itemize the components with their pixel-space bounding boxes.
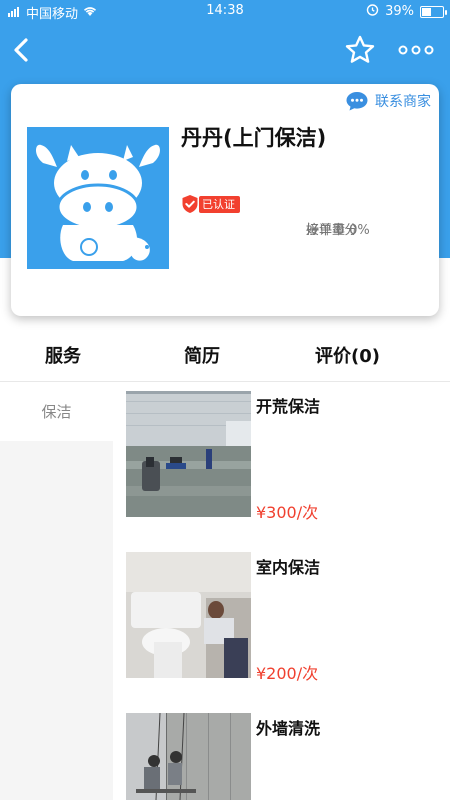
service-price: ¥300/次	[256, 503, 319, 522]
service-title: 开荒保洁	[256, 397, 321, 416]
contact-merchant-label: 联系商家	[375, 94, 431, 110]
service-title: 外墙清洗	[256, 719, 321, 738]
category-sidebar: 保洁	[0, 384, 113, 800]
more-dots-icon	[398, 45, 434, 55]
status-bar: 中国移动 14:38 39%	[0, 0, 450, 24]
service-item[interactable]: 外墙清洗	[126, 713, 446, 800]
tab-services[interactable]: 服务	[45, 342, 81, 368]
tab-bar: 服务 简历 评价(0)	[0, 336, 450, 388]
service-thumbnail	[126, 713, 251, 800]
order-count-stat: 接单量 0	[306, 223, 358, 238]
battery-percent: 39%	[385, 4, 414, 19]
more-button[interactable]	[396, 34, 436, 66]
service-price: ¥200/次	[256, 664, 319, 683]
shop-name: 丹丹(上门保洁)	[181, 126, 327, 150]
sidebar-item-cleaning[interactable]: 保洁	[0, 384, 113, 441]
service-thumbnail	[126, 391, 251, 517]
battery-icon	[420, 5, 447, 18]
verified-badge: 已认证	[181, 194, 240, 214]
back-button[interactable]	[8, 34, 38, 66]
alarm-icon	[366, 3, 379, 20]
service-item[interactable]: 室内保洁 ¥200/次	[126, 552, 446, 683]
service-item[interactable]: 开荒保洁 ¥300/次	[126, 391, 446, 522]
service-title: 室内保洁	[256, 558, 321, 577]
shop-avatar	[27, 127, 169, 269]
shield-check-icon	[182, 195, 198, 213]
chevron-left-icon	[14, 38, 28, 62]
tab-resume[interactable]: 简历	[184, 342, 220, 368]
service-thumbnail	[126, 552, 251, 678]
star-outline-icon	[345, 35, 375, 63]
shop-card: 联系商家 丹丹(上门保洁) 已认证 好评 0分 接单率 0% 接单量 0	[11, 84, 439, 316]
favorite-button[interactable]	[344, 34, 376, 66]
verified-label: 已认证	[199, 195, 240, 213]
contact-merchant-button[interactable]: 联系商家	[345, 90, 431, 112]
nav-bar	[0, 28, 450, 72]
cow-mascot-icon	[36, 144, 160, 261]
tab-reviews[interactable]: 评价(0)	[315, 342, 380, 368]
chat-bubble-icon	[346, 92, 368, 111]
